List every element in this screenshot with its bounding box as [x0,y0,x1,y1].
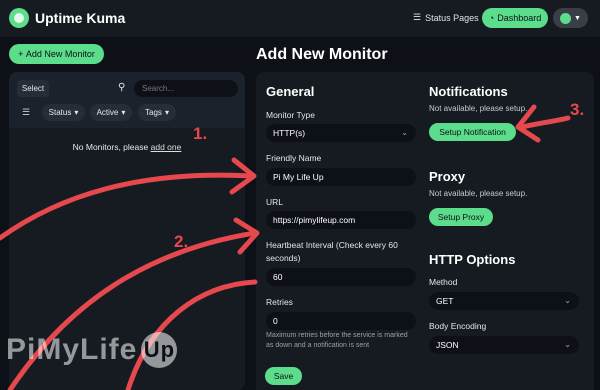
setup-proxy-button[interactable]: Setup Proxy [429,208,493,226]
plus-icon: + [18,49,26,59]
chevron-down-icon: ⌄ [564,340,571,349]
filter-icon[interactable]: ☰ [22,107,30,118]
method-label: Method [429,277,458,287]
step-2-label: 2. [174,232,189,251]
body-encoding-value: JSON [436,340,459,350]
url-input[interactable]: https://pimylifeup.com [266,211,416,229]
add-new-monitor-label: Add New Monitor [25,49,95,59]
retries-input[interactable]: 0 [266,312,416,330]
search-icon: ⚲ [118,82,126,93]
filter-status-dropdown[interactable]: Status ▾ [42,104,85,121]
chevron-down-icon: ⌄ [401,128,408,137]
logo-icon[interactable] [9,8,29,28]
monitor-type-select[interactable]: HTTP(s) ⌄ [266,124,416,142]
body-encoding-label: Body Encoding [429,321,487,331]
http-options-heading: HTTP Options [429,252,516,267]
proxy-note: Not available, please setup. [429,189,528,198]
form-footer [256,360,594,390]
chevron-down-icon: ▾ [121,108,126,117]
empty-monitor-message: No Monitors, please add one [9,142,245,152]
body-encoding-select[interactable]: JSON ⌄ [429,336,579,354]
chevron-down-icon: ▾ [164,108,169,117]
chevron-down-icon: ⌄ [564,296,571,305]
step-1-label: 1. [193,124,208,143]
app-title[interactable]: Uptime Kuma [35,10,125,26]
setup-notification-button[interactable]: Setup Notification [429,123,516,141]
chevron-down-icon: ▼ [574,14,581,22]
filter-tags-label: Tags [145,108,162,117]
method-select[interactable]: GET ⌄ [429,292,579,310]
watermark-text: PiMyLife [6,333,138,366]
avatar-icon [560,12,572,24]
heartbeat-interval-input[interactable]: 60 [266,268,416,286]
search-input[interactable] [134,80,238,97]
profile-menu-button[interactable]: ▼ [553,8,588,28]
heartbeat-interval-label-line1: Heartbeat Interval (Check every 60 [266,240,398,250]
dashboard-button[interactable]: ◔ Dashboard [482,8,548,28]
add-new-monitor-button[interactable]: + Add New Monitor [9,44,104,64]
status-pages-link[interactable]: ☰ Status Pages [413,12,479,23]
filter-tags-dropdown[interactable]: Tags ▾ [138,104,176,121]
retries-help-line2: as down and a notification is sent [266,342,370,349]
empty-text: No Monitors, please [72,142,149,152]
friendly-name-input[interactable]: Pi My Life Up [266,168,416,186]
step-3-label: 3. [570,100,585,119]
general-heading: General [266,84,315,99]
watermark: PiMyLife Up [6,332,178,368]
friendly-name-label: Friendly Name [266,153,322,163]
dashboard-icon: ◔ [488,13,495,23]
monitor-type-label: Monitor Type [266,110,315,120]
heartbeat-interval-label-line2: seconds) [266,253,301,263]
dashboard-label: Dashboard [497,13,542,23]
proxy-heading: Proxy [429,169,466,184]
monitor-type-value: HTTP(s) [273,128,306,138]
url-label: URL [266,197,284,207]
notifications-note: Not available, please setup. [429,104,528,113]
filter-active-dropdown[interactable]: Active ▾ [90,104,132,121]
save-button[interactable]: Save [265,367,302,385]
watermark-logo-icon: Up [141,332,178,368]
page-title: Add New Monitor [256,46,388,63]
retries-help-line1: Maximum retries before the service is ma… [266,332,408,339]
filter-active-label: Active [96,108,119,117]
status-pages-icon: ☰ [413,12,422,22]
retries-help-text: Maximum retries before the service is ma… [266,331,416,351]
status-pages-label: Status Pages [425,12,479,23]
method-value: GET [436,296,454,306]
add-one-link[interactable]: add one [151,142,182,152]
select-button[interactable]: Select [17,80,49,97]
retries-label: Retries [266,297,293,307]
filter-status-label: Status [48,108,72,117]
notifications-heading: Notifications [429,84,508,99]
chevron-down-icon: ▾ [74,108,79,117]
